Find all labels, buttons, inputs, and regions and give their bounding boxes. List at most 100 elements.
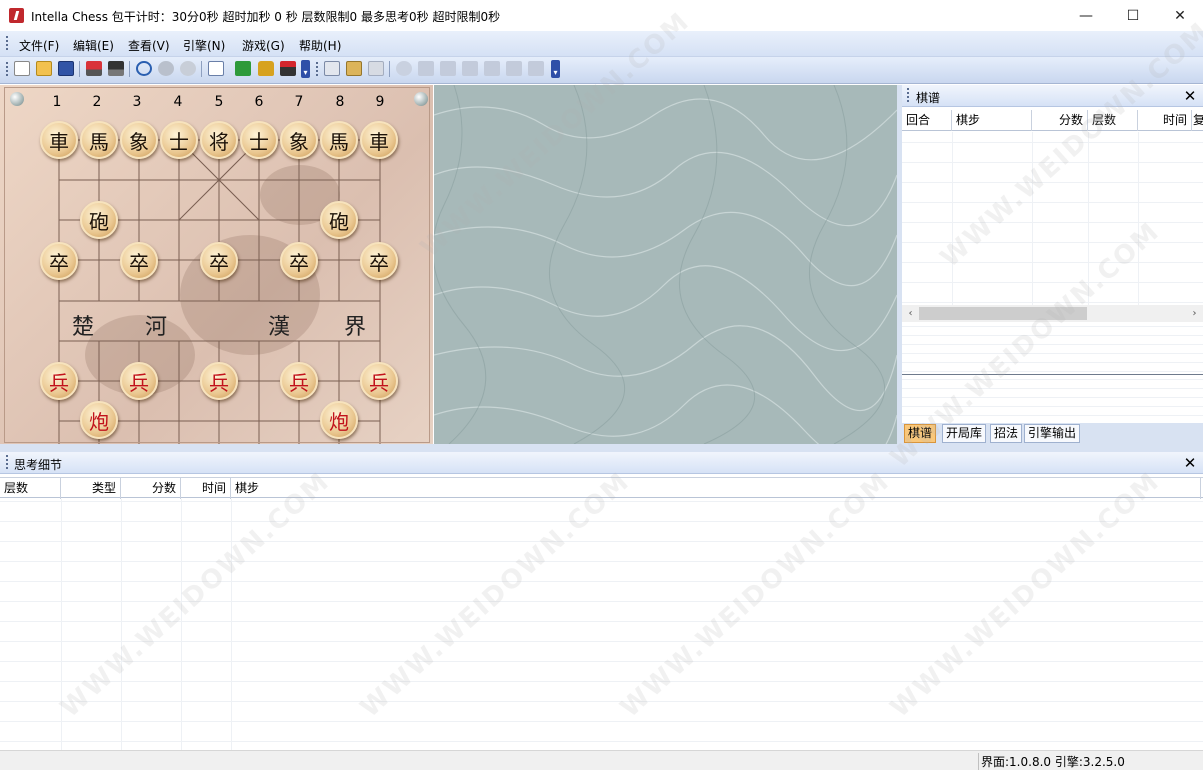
column-header-move[interactable]: 棋步 — [231, 478, 1201, 499]
column-header-score[interactable]: 分数 — [1032, 110, 1088, 131]
scrollbar-thumb[interactable] — [919, 307, 1087, 320]
close-icon[interactable]: ✕ — [1183, 87, 1197, 105]
grid-line — [1088, 132, 1089, 305]
menu-engine[interactable]: 引擎(N) — [183, 37, 225, 54]
toolbar-overflow-icon[interactable]: ▾ — [551, 60, 560, 78]
column-header-depth[interactable]: 层数 — [0, 478, 61, 499]
notation-info-area[interactable] — [902, 375, 1203, 423]
menu-grip[interactable] — [6, 36, 8, 52]
column-header-score[interactable]: 分数 — [121, 478, 181, 499]
first-move-icon[interactable] — [418, 61, 434, 76]
column-number: 2 — [92, 94, 102, 110]
column-header-round[interactable]: 回合 — [902, 110, 952, 131]
black-advisor-piece[interactable]: 士 — [160, 121, 198, 159]
edit-board-icon[interactable] — [208, 61, 224, 76]
minimize-button[interactable]: — — [1063, 0, 1109, 31]
column-header-time[interactable]: 时间 — [1138, 110, 1192, 131]
scroll-left-icon[interactable]: ‹ — [902, 306, 919, 321]
close-button[interactable]: ✕ — [1157, 0, 1203, 31]
undo-icon[interactable] — [396, 61, 412, 76]
black-soldier-piece[interactable]: 卒 — [280, 242, 318, 280]
menu-help[interactable]: 帮助(H) — [299, 37, 341, 54]
toolbar-separator — [79, 61, 80, 77]
column-number: 8 — [335, 94, 345, 110]
red-cannon-piece[interactable]: 炮 — [320, 401, 358, 439]
column-header-type[interactable]: 类型 — [61, 478, 121, 499]
tab-opening-book[interactable]: 开局库 — [942, 424, 987, 443]
red-player-icon[interactable] — [86, 61, 102, 76]
black-soldier-piece[interactable]: 卒 — [200, 242, 238, 280]
app-icon — [9, 8, 24, 23]
black-cannon-piece[interactable]: 砲 — [80, 201, 118, 239]
open-folder-icon[interactable] — [36, 61, 52, 76]
toolbar-grip[interactable] — [6, 62, 8, 78]
maximize-button[interactable]: ☐ — [1110, 0, 1156, 31]
fast-forward-icon[interactable] — [506, 61, 522, 76]
thinking-table-body[interactable] — [0, 499, 1203, 750]
version-status: 界面:1.0.8.0 引擎:3.2.5.0 — [978, 753, 1125, 770]
column-header-depth[interactable]: 层数 — [1088, 110, 1138, 131]
grid-line — [1138, 132, 1139, 305]
last-move-icon[interactable] — [528, 61, 544, 76]
refresh-icon[interactable] — [180, 61, 196, 76]
black-advisor-piece[interactable]: 士 — [240, 121, 278, 159]
toolbar-separator — [389, 61, 390, 77]
lock-icon[interactable] — [258, 61, 274, 76]
previous-move-icon[interactable] — [462, 61, 478, 76]
paste-icon[interactable] — [346, 61, 362, 76]
search-icon[interactable] — [136, 61, 152, 76]
black-horse-piece[interactable]: 馬 — [320, 121, 358, 159]
next-move-icon[interactable] — [484, 61, 500, 76]
menu-edit[interactable]: 编辑(E) — [73, 37, 114, 54]
red-cannon-piece[interactable]: 炮 — [80, 401, 118, 439]
notation-horizontal-scrollbar[interactable]: ‹ › — [902, 305, 1203, 322]
notation-table-body[interactable] — [902, 132, 1203, 305]
menu-view[interactable]: 查看(V) — [128, 37, 170, 54]
black-soldier-piece[interactable]: 卒 — [360, 242, 398, 280]
red-soldier-piece[interactable]: 兵 — [40, 362, 78, 400]
toolbar-grip[interactable] — [316, 62, 318, 78]
black-soldier-piece[interactable]: 卒 — [40, 242, 78, 280]
black-horse-piece[interactable]: 馬 — [80, 121, 118, 159]
black-chariot-piece[interactable]: 車 — [360, 121, 398, 159]
notation-comment-area[interactable] — [902, 322, 1203, 374]
paste-fen-icon[interactable] — [368, 61, 384, 76]
panel-splitter[interactable] — [0, 444, 1203, 452]
black-cannon-piece[interactable]: 砲 — [320, 201, 358, 239]
scroll-right-icon[interactable]: › — [1186, 306, 1203, 321]
red-soldier-piece[interactable]: 兵 — [280, 362, 318, 400]
stop-icon[interactable] — [158, 61, 174, 76]
rewind-icon[interactable] — [440, 61, 456, 76]
black-elephant-piece[interactable]: 象 — [280, 121, 318, 159]
new-icon[interactable] — [14, 61, 30, 76]
red-soldier-piece[interactable]: 兵 — [120, 362, 158, 400]
column-header-extra[interactable]: 复 — [1192, 110, 1203, 131]
panel-grip[interactable] — [907, 88, 909, 103]
tab-engine-output[interactable]: 引擎输出 — [1024, 424, 1081, 443]
save-icon[interactable] — [58, 61, 74, 76]
red-soldier-piece[interactable]: 兵 — [360, 362, 398, 400]
column-header-move[interactable]: 棋步 — [952, 110, 1032, 131]
toolbar-overflow-icon[interactable]: ▾ — [301, 60, 310, 78]
grid-line — [1032, 132, 1033, 305]
menu-game[interactable]: 游戏(G) — [242, 37, 285, 54]
close-icon[interactable]: ✕ — [1183, 454, 1197, 472]
panel-grip[interactable] — [6, 455, 8, 470]
menu-file[interactable]: 文件(F) — [19, 37, 59, 54]
red-soldier-piece[interactable]: 兵 — [200, 362, 238, 400]
black-elephant-piece[interactable]: 象 — [120, 121, 158, 159]
column-header-time[interactable]: 时间 — [181, 478, 231, 499]
black-general-piece[interactable]: 将 — [200, 121, 238, 159]
hammer-icon[interactable] — [280, 61, 296, 76]
tab-moves[interactable]: 招法 — [990, 424, 1023, 443]
black-player-icon[interactable] — [108, 61, 124, 76]
tab-notation[interactable]: 棋谱 — [904, 424, 937, 443]
grid-line — [952, 132, 953, 305]
black-chariot-piece[interactable]: 車 — [40, 121, 78, 159]
flip-board-icon[interactable] — [235, 61, 251, 76]
status-bar: 界面:1.0.8.0 引擎:3.2.5.0 — [0, 750, 1203, 770]
xiangqi-board[interactable]: 1 2 3 4 5 6 7 8 9 楚 河 漢 界 車 馬 象 士 将 士 象 … — [0, 85, 433, 444]
black-soldier-piece[interactable]: 卒 — [120, 242, 158, 280]
copy-icon[interactable] — [324, 61, 340, 76]
window-title: Intella Chess 包干计时：30分0秒 超时加秒 0 秒 层数限制0 … — [31, 10, 501, 24]
